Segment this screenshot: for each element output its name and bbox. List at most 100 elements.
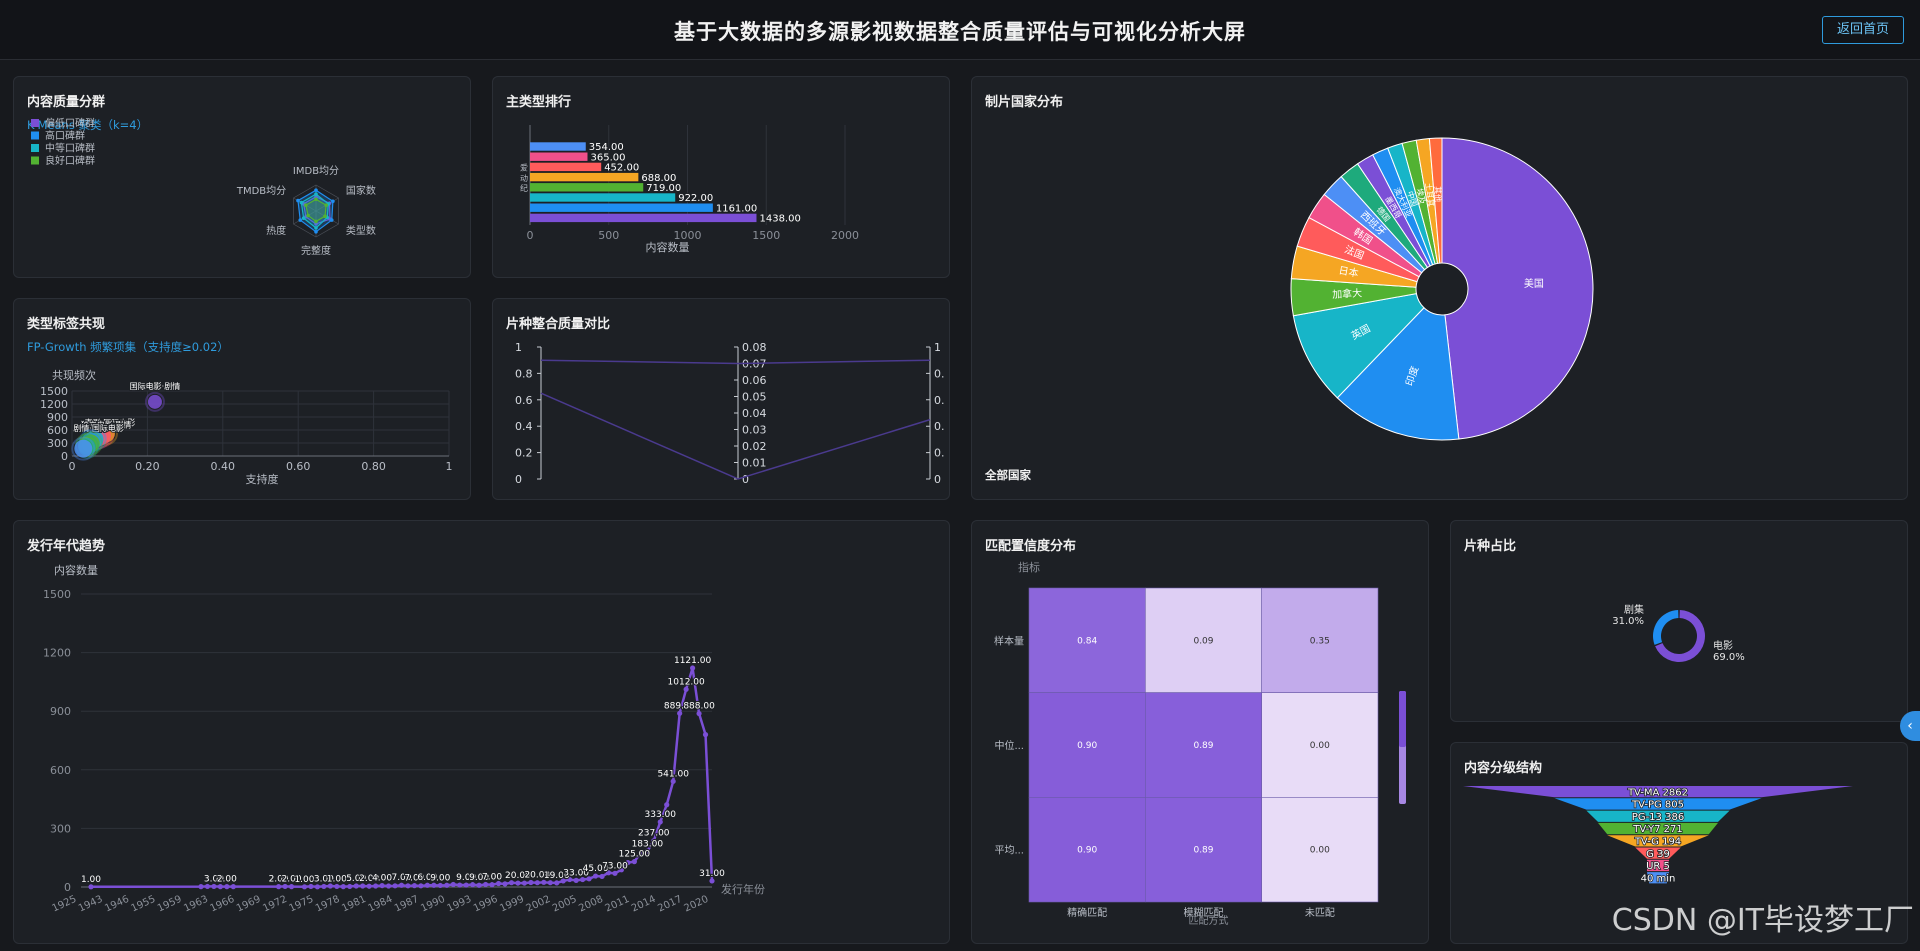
bar-value-label: 452.00 [604,163,639,174]
x-tick-label: 1990 [419,894,447,915]
y-category-label: 样本量 [994,634,1024,647]
line-point [554,880,560,886]
radar-point [331,199,335,204]
donut-chart: 电影69.0% 剧集31.0% [1612,603,1745,663]
axis-tick-label: 0.02 [742,440,767,453]
bar-value-label: 365.00 [590,152,625,163]
legend-swatch [31,144,39,152]
line-point [398,882,405,888]
x-tick-label: 1925 [51,894,79,915]
y-tick-label: 1200 [40,398,68,411]
legend-label: 高口碑群 [45,129,85,142]
pie-slice-label: 美国 [1524,277,1544,290]
watermark-text: CSDN @IT毕设梦工厂 [1611,903,1914,938]
radar-point [323,214,327,218]
y-tick-label: 0 [64,881,71,894]
scatter-point [74,439,93,458]
radar-chart: 偏低口碑群高口碑群中等口碑群良好口碑群 IMDB均分国家数类型数完整度 热度 TMDB… [31,117,376,257]
axis-tick-label: 0. [934,394,945,407]
pie-chart: 美国印度英国加拿大日本法国韩国西班牙德国墨西哥澳大利亚中国埃及土耳其其他 [1290,137,1594,441]
bar-value-label: 1161.00 [716,203,757,214]
scatter-chart: 共现频次 030060090012001500 0 0.20 0.40 0.60 0.80 1… [40,368,453,486]
heatmap-cell-label: 0.90 [1077,846,1097,856]
x-tick-label: 2017 [656,894,684,915]
line-point [334,883,340,890]
panel-country: 制片国家分布 美国 印度 英国 加拿大 日本 法国 韩国 西班牙 德国 墨西哥 澳大利亚 中国 埃及 土耳… [971,76,1908,500]
line-point [502,881,508,887]
line-point [599,873,605,880]
country-filter-label[interactable]: 全部国家 [985,467,1031,483]
y-category-label: 纪 [520,183,528,193]
panel-genre: 主类型排行 0 500 1000 1500 2000 1438.00 1161.00 922.… [492,76,950,278]
heatmap-cell-label: 0.00 [1310,741,1330,751]
line-point [340,884,346,890]
y-category-label: 中位... [994,739,1024,752]
bar-value-label: 719.00 [646,183,681,194]
x-tick-label: 2014 [630,894,658,915]
line-point [217,884,223,890]
heatmap-cell-label: 0.89 [1193,741,1213,751]
radar-indicator-label: 热度 [266,224,286,237]
heatmap-cell-label: 0.84 [1077,636,1097,646]
point-value-label: 1121.00 [674,656,711,666]
line-point [347,883,353,890]
home-button[interactable]: 返回首页 [1821,16,1904,44]
parallel-series-line [540,359,931,365]
axis-tick-label: 0.06 [742,374,767,387]
heatmap-cell-label: 0.89 [1193,846,1213,856]
bar [530,152,588,161]
bar [530,162,602,172]
point-value-label: 7.00 [482,873,502,883]
x-tick-label: 2002 [525,894,553,915]
axis-tick-label: 0. [934,420,945,433]
x-tick-label: 1500 [752,229,780,242]
line-point [224,884,230,890]
panel-heat: 匹配置信度分布 指标 0.84 0.09 0.35 0.90 0.89 0.00 0.90 0.… [971,520,1429,944]
line-point [612,870,618,876]
point-value-label: 4.00 [372,874,392,884]
side-collapse-tab[interactable]: ‹ [1900,711,1920,741]
heatmap-cell-label: 0.35 [1310,636,1330,646]
funnel-label: PG-13 386 [1632,812,1684,823]
x-tick-label: 1959 [156,894,184,915]
point-value-label: 9.00 [430,873,450,883]
line-point [709,878,715,884]
line-point [385,883,392,889]
axis-tick-label: 0.01 [742,457,767,470]
axis-tick-label: 0.05 [742,391,767,404]
x-tick-label: 1963 [182,894,210,915]
x-tick-label: 2008 [577,894,605,915]
panel-year: 发行年代趋势 内容数量 0 300 600 900 1200 1500 1925 1943 194… [13,520,950,944]
x-tick-label: 1943 [77,894,105,915]
point-value-label: 237.00 [638,829,670,839]
point-value-label: 1012.00 [668,677,705,687]
point-value-label: 333.00 [645,810,677,820]
line-point [366,883,372,889]
line-point [683,686,689,692]
radar-point [298,218,303,222]
x-axis-title: 发行年份 [721,882,765,896]
radar-point [296,198,300,203]
x-tick-label: 1955 [130,894,158,915]
radar-indicator-label: TMDB均分 [236,185,286,197]
heatmap-cell-label: 0.09 [1193,636,1213,646]
axis-tick-label: 0.6 [515,394,533,407]
line-point [515,880,521,886]
pie-slice-label: 其他 [1433,186,1444,202]
axis-tick-label: 0.8 [515,367,533,380]
slice-pct-label: 31.0% [1612,616,1644,627]
x-tick-label: 2000 [831,229,859,242]
line-point [689,665,696,671]
funnel-label: TV-G 194 [1634,837,1681,848]
radar-indicator-label: 完整度 [301,244,331,257]
y-category-label: 爱 [520,164,528,173]
line-chart: 内容数量030060090012001500192519431946195519… [43,563,765,915]
y-tick-label: 900 [50,705,71,718]
bar-value-label: 688.00 [641,173,676,184]
line-point [275,884,282,890]
y-axis-title: 内容数量 [54,563,98,577]
x-tick-label: 0 [527,229,534,242]
x-tick-label: 2020 [683,894,711,915]
line-point [677,710,683,716]
axis-tick-label: 1 [515,341,522,354]
